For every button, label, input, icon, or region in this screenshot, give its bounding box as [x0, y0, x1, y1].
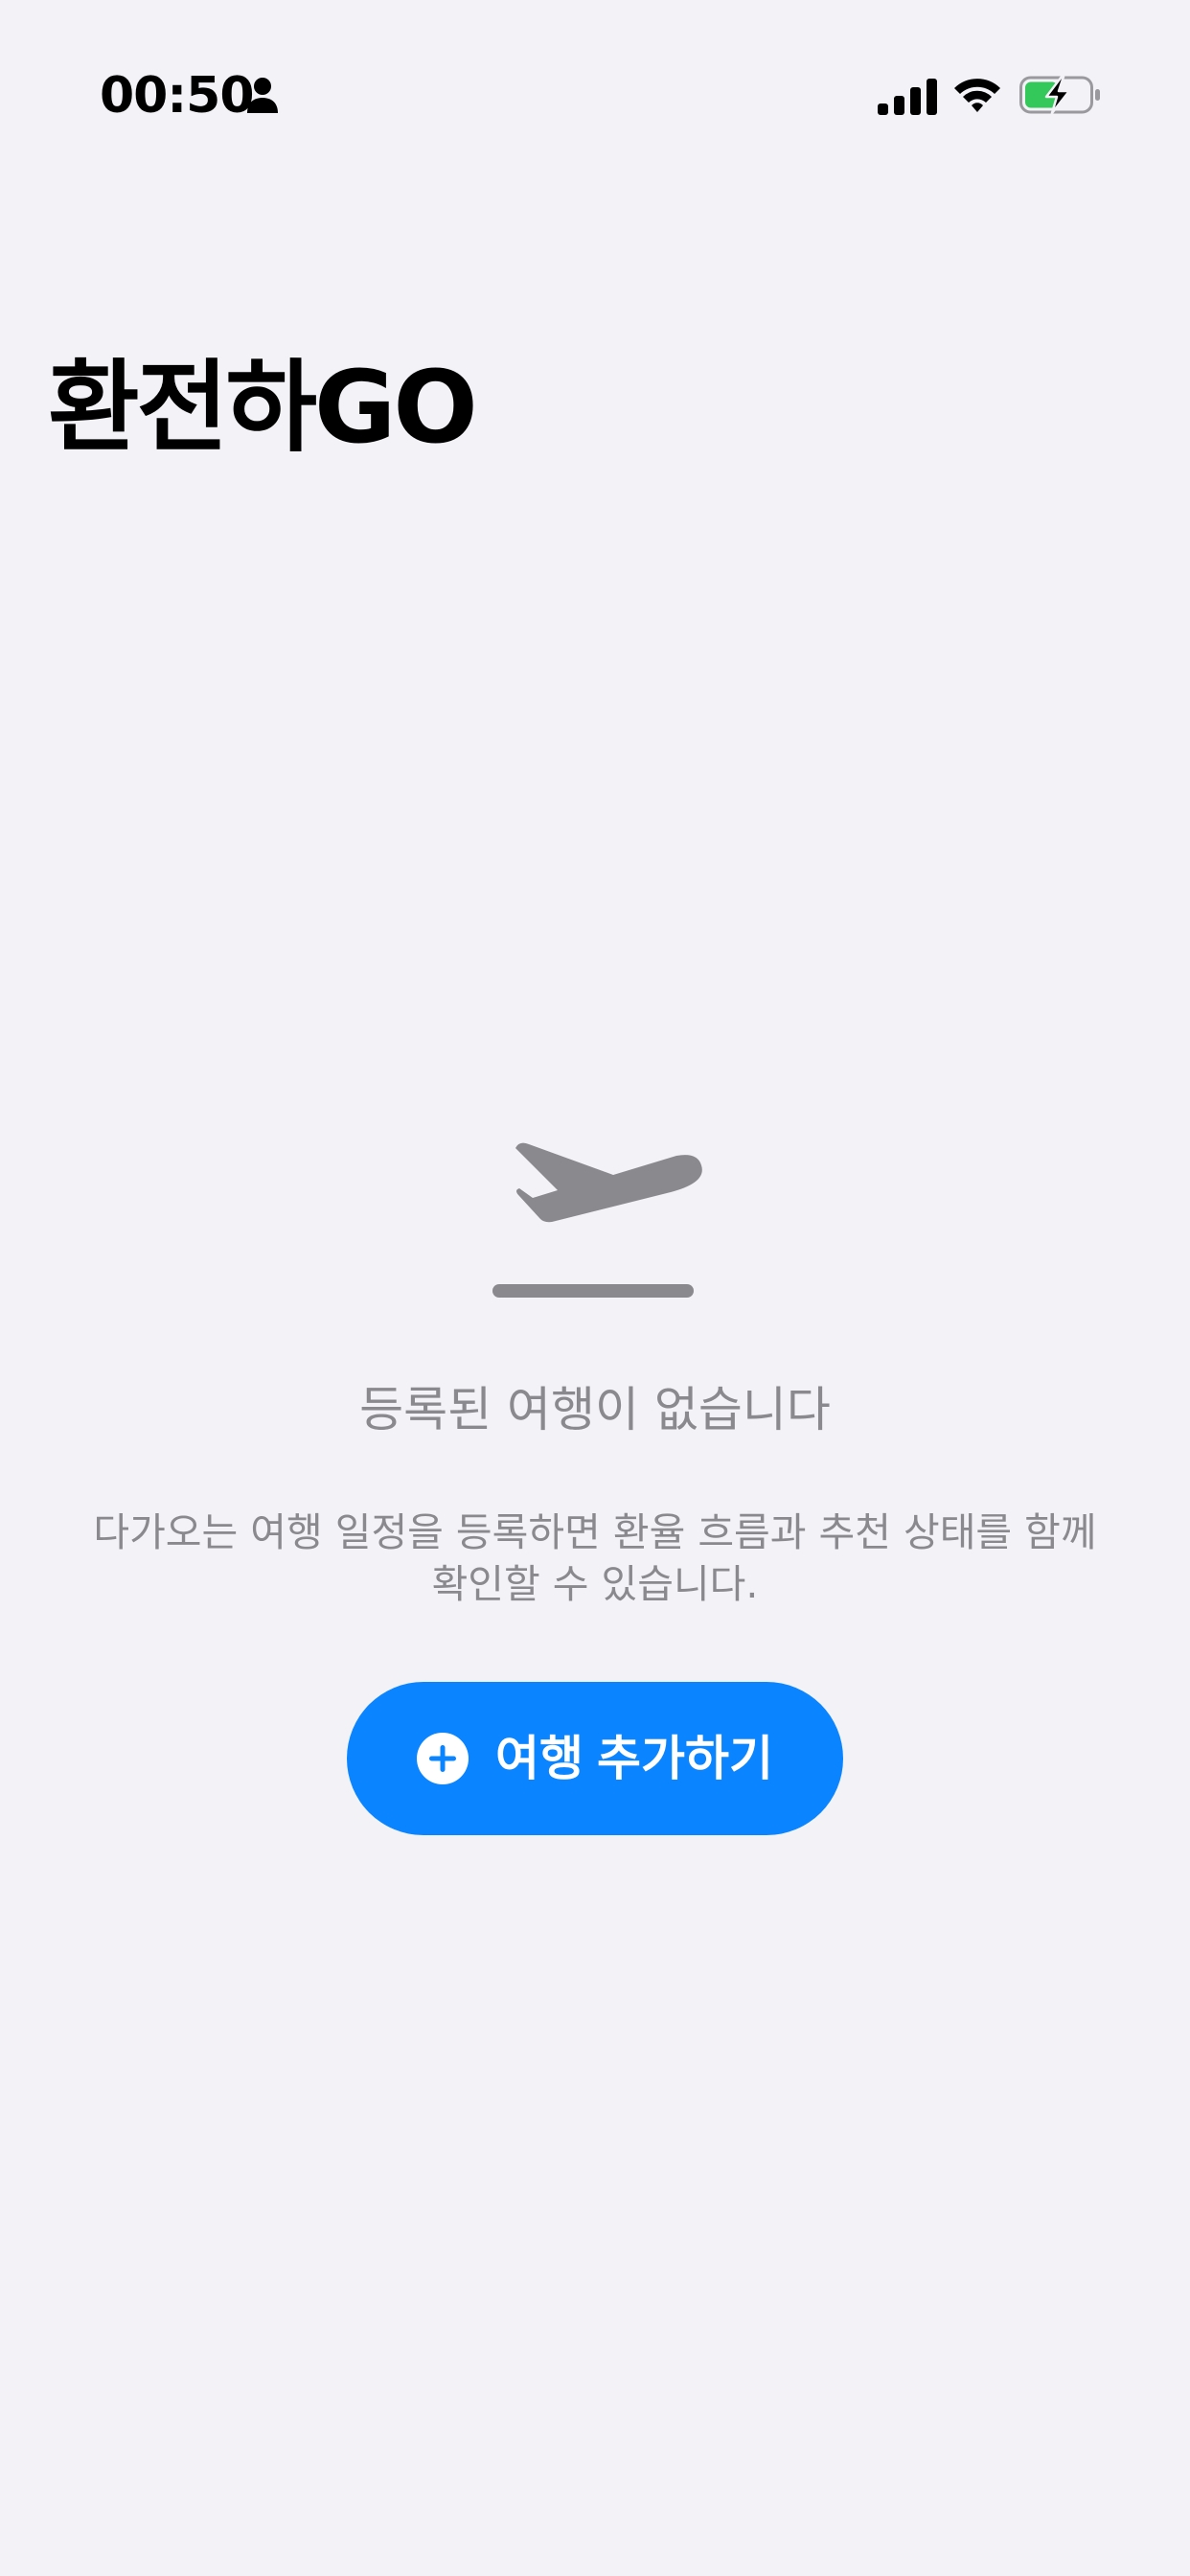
person-icon [247, 78, 278, 113]
add-trip-button[interactable]: 여행 추가하기 [347, 1682, 843, 1835]
screen: 00:50 환전하GO 등록된 여행이 없습니다 다가오는 여행 일정을 등록하… [0, 0, 1190, 2576]
status-bar: 00:50 [0, 0, 1190, 153]
empty-state-description: 다가오는 여행 일정을 등록하면 환율 흐름과 추천 상태를 함께 확인할 수 … [93, 1509, 1097, 1607]
empty-state-heading: 등록된 여행이 없습니다 [359, 1382, 831, 1438]
app-title: 환전하GO [48, 349, 478, 466]
signal-icon [878, 79, 937, 115]
battery-icon [1019, 75, 1100, 115]
plus-circle-icon [417, 1733, 469, 1784]
status-time: 00:50 [100, 67, 255, 125]
wifi-icon [954, 79, 1000, 112]
airplane-departure-icon [492, 1142, 702, 1298]
add-trip-button-label: 여행 추가하기 [495, 1732, 773, 1785]
